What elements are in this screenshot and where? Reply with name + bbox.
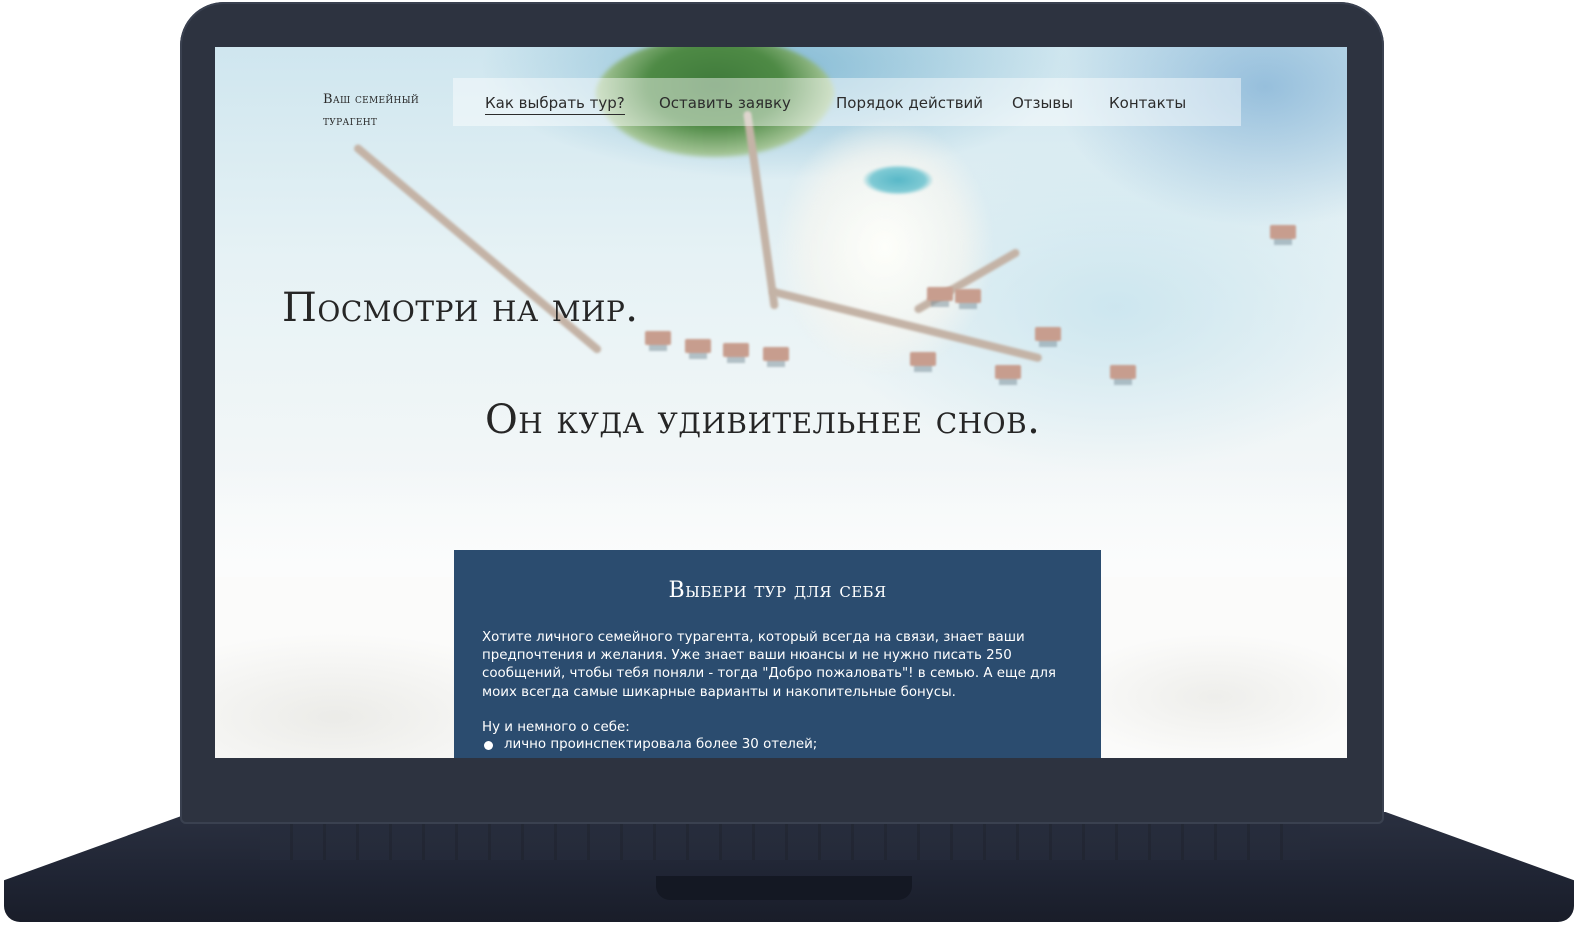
- villa-image: [1035, 327, 1061, 341]
- nav-item-contacts[interactable]: Контакты: [1109, 94, 1186, 112]
- laptop-keyboard: [260, 818, 1310, 860]
- card-title: Выбери тур для себя: [668, 578, 887, 603]
- hero-headline-1: Посмотри на мир.: [282, 285, 639, 331]
- choose-tour-card: Выбери тур для себя Хотите личного семей…: [454, 550, 1101, 758]
- villa-image: [1270, 225, 1296, 239]
- villa-image: [995, 365, 1021, 379]
- nav-item-request[interactable]: Оставить заявку: [659, 94, 791, 112]
- card-description: Хотите личного семейного турагента, кото…: [482, 630, 1056, 700]
- laptop-screen: Ваш семейный турагент Как выбрать тур? О…: [215, 47, 1347, 758]
- about-list: лично проинспектировала более 30 отелей;: [482, 737, 1073, 752]
- nav-item-procedure[interactable]: Порядок действий: [836, 94, 983, 112]
- lagoon-image: [863, 165, 933, 195]
- villa-image: [910, 352, 936, 366]
- villa-image: [723, 343, 749, 357]
- laptop-notch: [656, 876, 912, 900]
- villa-image: [645, 331, 671, 345]
- site-logo[interactable]: Ваш семейный турагент: [323, 89, 463, 133]
- villa-image: [1110, 365, 1136, 379]
- villa-image: [955, 289, 981, 303]
- nav-item-reviews[interactable]: Отзывы: [1012, 94, 1073, 112]
- villa-image: [927, 287, 953, 301]
- list-item: лично проинспектировала более 30 отелей;: [482, 737, 1073, 752]
- card-subtitle: Ну и немного о себе:: [482, 719, 630, 735]
- hero-headline-2: Он куда удивительнее снов.: [485, 397, 1041, 443]
- nav-item-choose-tour[interactable]: Как выбрать тур?: [485, 94, 625, 115]
- villa-image: [763, 347, 789, 361]
- villa-image: [685, 339, 711, 353]
